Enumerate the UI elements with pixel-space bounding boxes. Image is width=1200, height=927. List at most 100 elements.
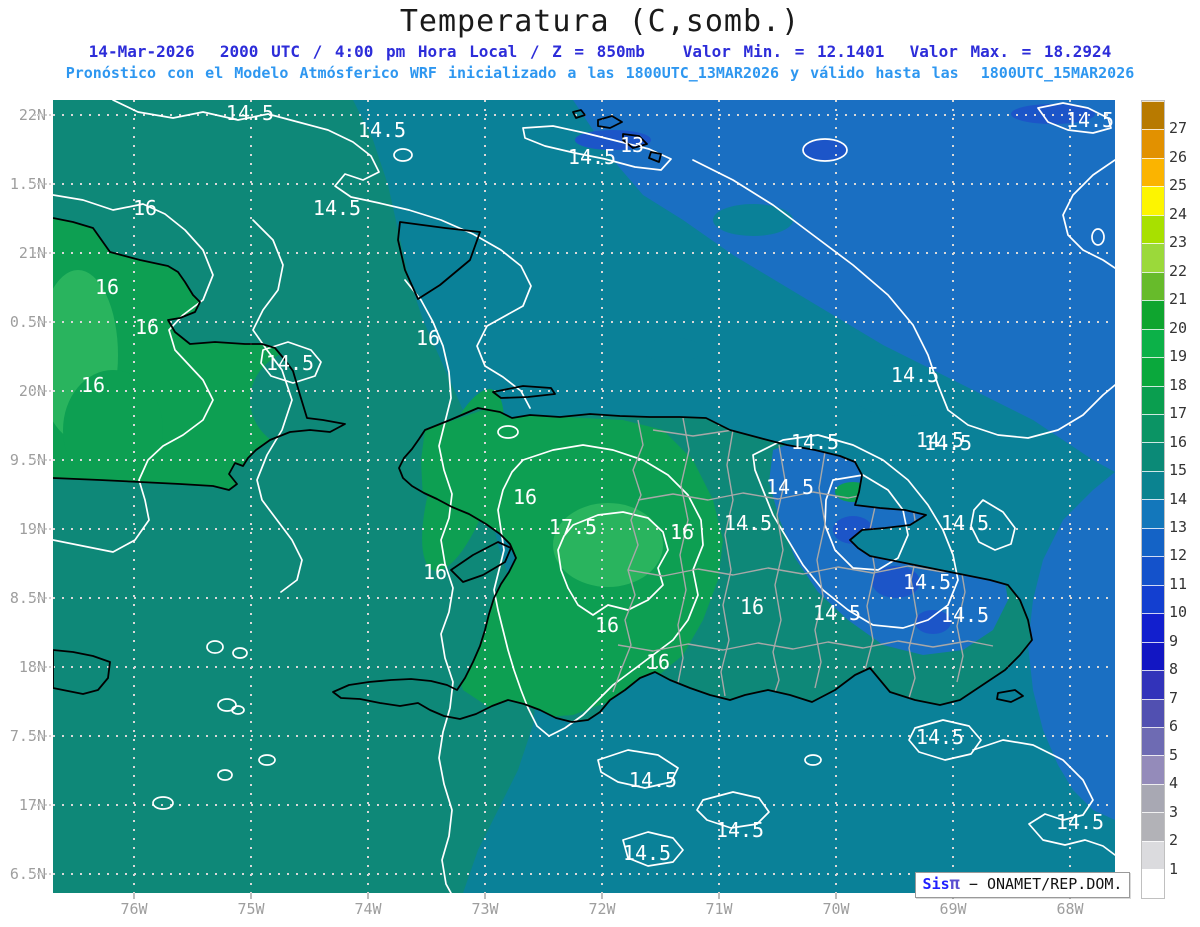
colorbar-block <box>1142 698 1164 727</box>
contour-label: 16 <box>670 520 694 544</box>
colorbar-block <box>1142 812 1164 841</box>
lat-tick-dots <box>34 804 51 806</box>
cold-spot <box>802 138 848 162</box>
lat-tick-dots <box>34 873 51 875</box>
lon-tick-label: 72W <box>588 900 616 918</box>
contour-label: 14.5 <box>716 818 764 842</box>
colorbar-tick-label: 27 <box>1169 119 1188 138</box>
colorbar-block <box>1142 357 1164 386</box>
contour-label: 14.5 <box>941 603 989 627</box>
teal-patch <box>713 204 793 236</box>
colorbar-tick-label: 21 <box>1169 290 1188 309</box>
lon-tick-mark <box>484 893 486 899</box>
colorbar-tick-label: 6 <box>1169 717 1179 736</box>
colorbar-tick-label: 24 <box>1169 204 1188 223</box>
colorbar-tick-label: 12 <box>1169 546 1188 565</box>
lon-tick-label: 69W <box>939 900 967 918</box>
lat-tick-dots <box>34 459 51 461</box>
lat-tick-dots <box>34 321 51 323</box>
contour-label: 16 <box>423 560 447 584</box>
contour-label: 14.5 <box>623 841 671 865</box>
lon-tick-mark <box>250 893 252 899</box>
colorbar-tick-label: 23 <box>1169 233 1188 252</box>
colorbar-block <box>1142 783 1164 813</box>
colorbar-block <box>1142 726 1164 756</box>
colorbar-tick-label: 2 <box>1169 831 1179 850</box>
colorbar-tick-label: 3 <box>1169 802 1179 821</box>
contour-label: 16 <box>595 613 619 637</box>
colorbar-block <box>1142 755 1164 784</box>
lat-tick-dots <box>34 597 51 599</box>
colorbar-block <box>1142 101 1164 130</box>
contour-label: 13 <box>620 133 644 157</box>
colorbar-tick-label: 8 <box>1169 660 1179 679</box>
lon-tick-mark <box>718 893 720 899</box>
contour-label: 14.5 <box>941 511 989 535</box>
colorbar-tick-label: 4 <box>1169 774 1179 793</box>
lon-tick-mark <box>133 893 135 899</box>
lon-tick-mark <box>367 893 369 899</box>
lat-tick-dots <box>34 252 51 254</box>
colorbar-block <box>1142 385 1164 414</box>
colorbar-tick-label: 18 <box>1169 375 1188 394</box>
colorbar-tick-label: 7 <box>1169 688 1179 707</box>
contour-label: 16 <box>740 595 764 619</box>
contour-label: 14.5 <box>891 363 939 387</box>
contour-label: 14.5 <box>813 601 861 625</box>
contour-label: 16 <box>81 373 105 397</box>
colorbar-tick-label: 20 <box>1169 318 1188 337</box>
contour-label: 16 <box>646 650 670 674</box>
colorbar-block <box>1142 584 1164 614</box>
colorbar-block <box>1142 613 1164 642</box>
colorbar-block <box>1142 271 1164 301</box>
contour-label: 14.5 <box>266 351 314 375</box>
colorbar-block <box>1142 243 1164 272</box>
colorbar-block <box>1142 157 1164 187</box>
colorbar-block <box>1142 214 1164 244</box>
contour-label: 16 <box>95 275 119 299</box>
colorbar-block <box>1142 556 1164 585</box>
colorbar-tick-label: 25 <box>1169 176 1188 195</box>
colorbar-block <box>1142 670 1164 699</box>
contour-label: 14.5 <box>358 118 406 142</box>
lon-tick-label: 74W <box>354 900 382 918</box>
lat-tick-dots <box>34 735 51 737</box>
colorbar-block <box>1142 840 1164 870</box>
colorbar-block <box>1142 499 1164 528</box>
contour-label: 14.5 <box>916 725 964 749</box>
contour-label: 16 <box>133 196 157 220</box>
contour-label: 16 <box>513 485 537 509</box>
branding-separator: − <box>959 875 987 893</box>
contour-label: 14.5 <box>724 511 772 535</box>
colorbar-tick-label: 5 <box>1169 745 1179 764</box>
contour-label: 16 <box>416 326 440 350</box>
branding-org: ONAMET/REP.DOM. <box>986 875 1123 893</box>
lat-tick-dots <box>34 114 51 116</box>
colorbar-block <box>1142 300 1164 329</box>
colorbar-block <box>1142 527 1164 557</box>
lon-tick-label: 68W <box>1056 900 1084 918</box>
colorbar-tick-label: 17 <box>1169 404 1188 423</box>
page-title: Temperatura (C,somb.) <box>399 4 801 39</box>
colorbar-block <box>1142 442 1164 471</box>
lon-tick-mark <box>835 893 837 899</box>
contour-label: 14.5 <box>766 475 814 499</box>
colorbar-block <box>1142 869 1164 898</box>
lat-tick-dots <box>34 666 51 668</box>
cuba-green <box>63 370 163 490</box>
contour-label: 14.5 <box>568 145 616 169</box>
lon-tick-label: 71W <box>705 900 733 918</box>
colorbar-tick-label: 1 <box>1169 859 1179 878</box>
contour-label: 14.5 <box>1066 108 1114 132</box>
contour-label: 14.5 <box>791 430 839 454</box>
colorbar-tick-label: 15 <box>1169 461 1188 480</box>
lon-tick-mark <box>601 893 603 899</box>
model-info-line: Pronóstico con el Modelo Atmósferico WRF… <box>65 64 1135 82</box>
temperature-map: 14.514.514.5 1314.51616161614.51614.514.5… <box>53 100 1115 893</box>
teal-patch <box>857 384 949 416</box>
lat-tick-dots <box>34 528 51 530</box>
colorbar-tick-label: 26 <box>1169 147 1188 166</box>
lon-tick-label: 75W <box>237 900 265 918</box>
colorbar-tick-label: 10 <box>1169 603 1188 622</box>
contour-label: 14.5 <box>629 768 677 792</box>
